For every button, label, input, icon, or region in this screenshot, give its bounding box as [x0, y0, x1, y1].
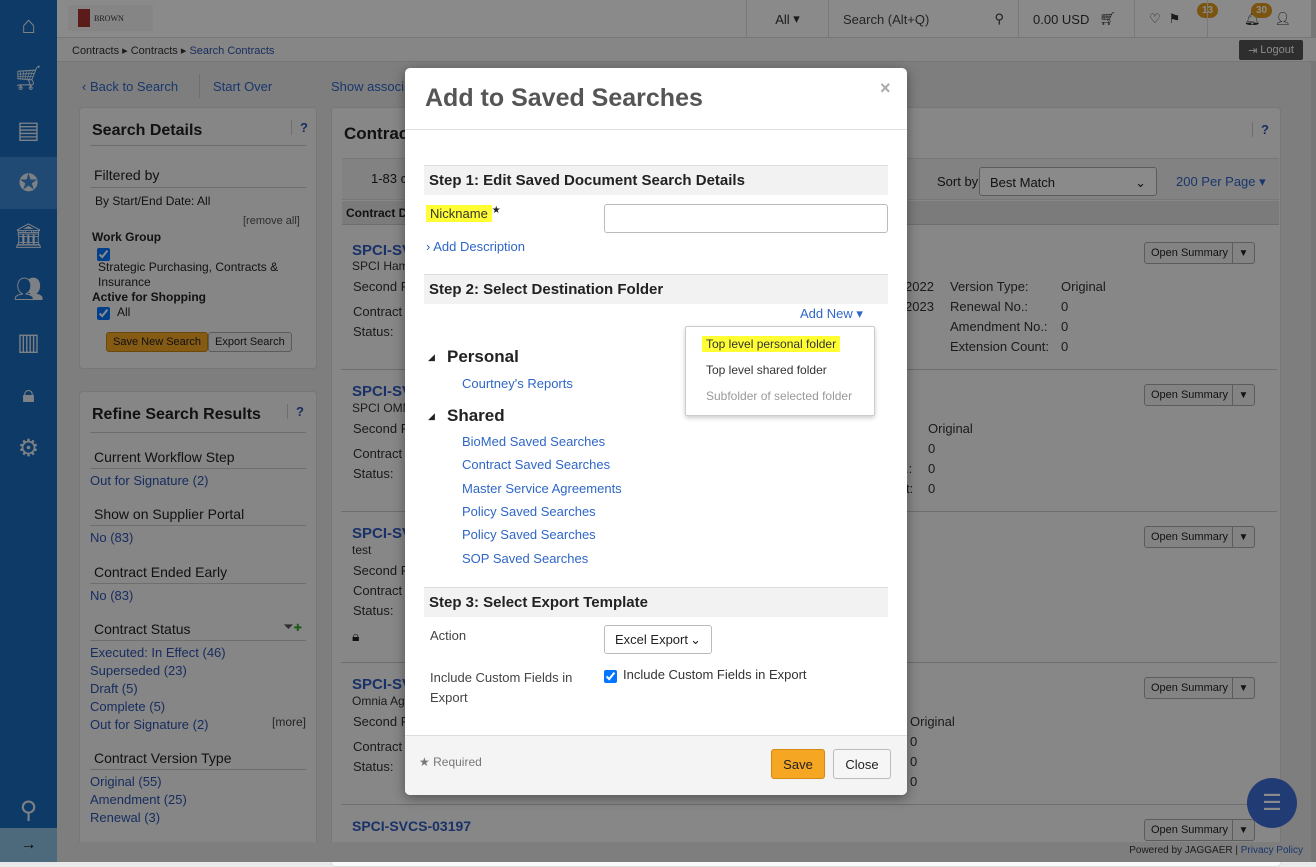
save-button[interactable]: Save	[771, 749, 825, 779]
shared-folder[interactable]: Shared	[447, 406, 505, 426]
collapse-triangle-icon[interactable]: ◢	[428, 352, 435, 363]
nickname-input[interactable]	[604, 204, 888, 233]
modal-title: Add to Saved Searches	[425, 84, 703, 112]
add-new-menu: Top level personal folder Top level shar…	[685, 326, 875, 416]
add-description-link[interactable]: › Add Description	[426, 239, 525, 254]
chevron-down-icon: ⌄	[690, 632, 701, 647]
close-button[interactable]: Close	[833, 749, 891, 779]
collapse-triangle-icon[interactable]: ◢	[428, 411, 435, 422]
folder-link[interactable]: Policy Saved Searches	[462, 527, 596, 542]
custom-fields-label: Include Custom Fields in Export	[430, 670, 573, 705]
folder-link[interactable]: BioMed Saved Searches	[462, 434, 605, 449]
action-select[interactable]: Excel Export ⌄	[604, 625, 712, 654]
folder-link[interactable]: SOP Saved Searches	[462, 551, 588, 566]
required-star-icon: ★	[491, 205, 501, 216]
nickname-label: Nickname ★	[426, 205, 501, 223]
step-1-heading: Step 1: Edit Saved Document Search Detai…	[424, 165, 888, 195]
step-3-heading: Step 3: Select Export Template	[424, 587, 888, 617]
chevron-right-icon: ›	[426, 239, 431, 254]
include-custom-fields-checkbox[interactable]	[604, 670, 617, 683]
folder-link[interactable]: Courtney's Reports	[462, 376, 573, 391]
include-custom-fields-text: Include Custom Fields in Export	[623, 667, 807, 682]
personal-folder[interactable]: Personal	[447, 347, 519, 367]
folder-link[interactable]: Policy Saved Searches	[462, 504, 596, 519]
required-star-icon: ★	[419, 755, 430, 769]
add-new-dropdown[interactable]: Add New ▾	[800, 306, 863, 322]
add-to-saved-searches-modal: Add to Saved Searches × Step 1: Edit Sav…	[405, 68, 907, 795]
divider	[405, 129, 907, 130]
close-icon[interactable]: ×	[880, 78, 891, 99]
modal-footer: ★ Required Save Close	[405, 735, 907, 795]
required-note: ★ Required	[419, 755, 482, 769]
step-2-heading: Step 2: Select Destination Folder	[424, 274, 888, 304]
folder-link[interactable]: Master Service Agreements	[462, 481, 622, 496]
action-label: Action	[430, 628, 467, 643]
folder-link[interactable]: Contract Saved Searches	[462, 457, 610, 472]
menu-item-top-level-personal[interactable]: Top level personal folder	[702, 336, 841, 352]
menu-item-subfolder: Subfolder of selected folder	[706, 389, 853, 403]
menu-item-top-level-shared[interactable]: Top level shared folder	[706, 363, 827, 377]
